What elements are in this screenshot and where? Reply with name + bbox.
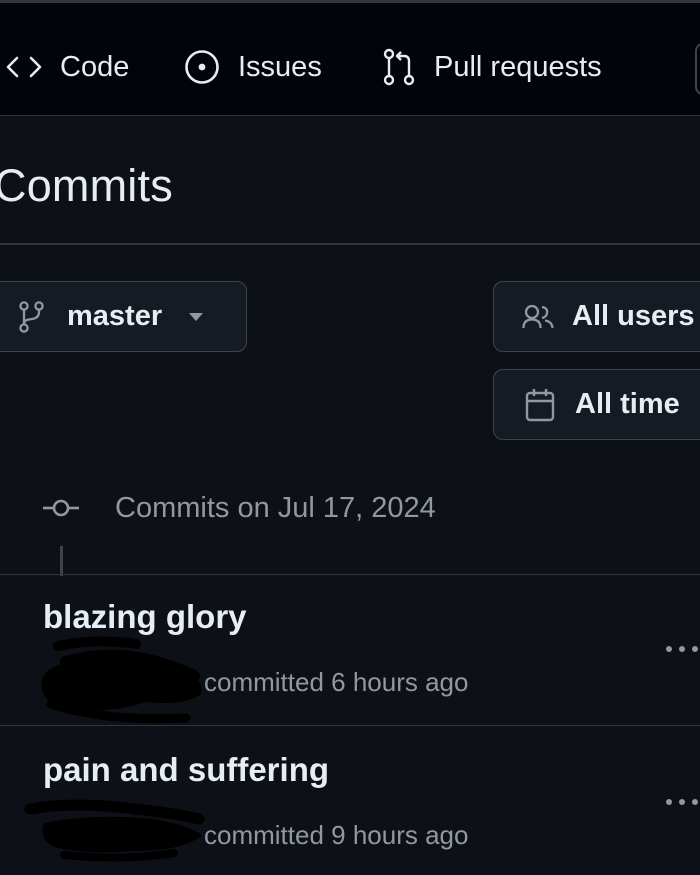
code-icon bbox=[6, 56, 42, 78]
tab-code[interactable]: Code bbox=[6, 47, 129, 87]
commit-group-header: Commits on Jul 17, 2024 bbox=[42, 488, 436, 528]
redacted-author-scribble bbox=[41, 636, 202, 724]
commit-actions-button[interactable] bbox=[666, 796, 700, 808]
commit-meta: committed 9 hours ago bbox=[204, 820, 469, 850]
page-title: Commits bbox=[0, 160, 173, 211]
branch-selector-button[interactable]: master bbox=[0, 281, 247, 352]
people-icon bbox=[522, 304, 554, 328]
commits-page: Code Issues Pull requests Commits master… bbox=[0, 0, 700, 875]
kebab-horizontal-icon bbox=[666, 646, 672, 652]
timeline-line bbox=[60, 546, 63, 576]
tab-pull-requests[interactable]: Pull requests bbox=[382, 47, 602, 87]
users-filter-button[interactable]: All users bbox=[493, 281, 700, 352]
issue-opened-icon bbox=[185, 50, 219, 84]
commit-message-link[interactable]: blazing glory bbox=[43, 598, 247, 636]
repo-nav: Code Issues Pull requests bbox=[0, 0, 700, 116]
caret-down-icon bbox=[189, 312, 204, 321]
git-branch-icon bbox=[19, 300, 44, 333]
commit-row-divider bbox=[0, 574, 700, 575]
tab-issues[interactable]: Issues bbox=[184, 47, 322, 87]
branch-label: master bbox=[67, 300, 163, 332]
git-pull-request-icon bbox=[383, 48, 415, 86]
commit-row-divider bbox=[0, 725, 700, 726]
commit-meta: committed 6 hours ago bbox=[204, 667, 469, 697]
users-filter-label: All users bbox=[572, 300, 695, 332]
tab-code-label: Code bbox=[60, 50, 130, 83]
git-commit-icon bbox=[43, 499, 79, 517]
commit-actions-button[interactable] bbox=[666, 643, 700, 655]
commit-group-title: Commits on Jul 17, 2024 bbox=[115, 491, 436, 524]
title-divider bbox=[0, 243, 700, 245]
tab-pull-requests-label: Pull requests bbox=[434, 50, 602, 83]
kebab-horizontal-icon bbox=[666, 799, 672, 805]
time-filter-button[interactable]: All time bbox=[493, 369, 700, 440]
nav-overflow-button[interactable] bbox=[695, 43, 700, 95]
redacted-author-scribble bbox=[24, 799, 205, 862]
tab-issues-label: Issues bbox=[238, 50, 322, 83]
commit-message-link[interactable]: pain and suffering bbox=[43, 751, 329, 789]
calendar-icon bbox=[525, 388, 555, 421]
time-filter-label: All time bbox=[575, 388, 680, 420]
